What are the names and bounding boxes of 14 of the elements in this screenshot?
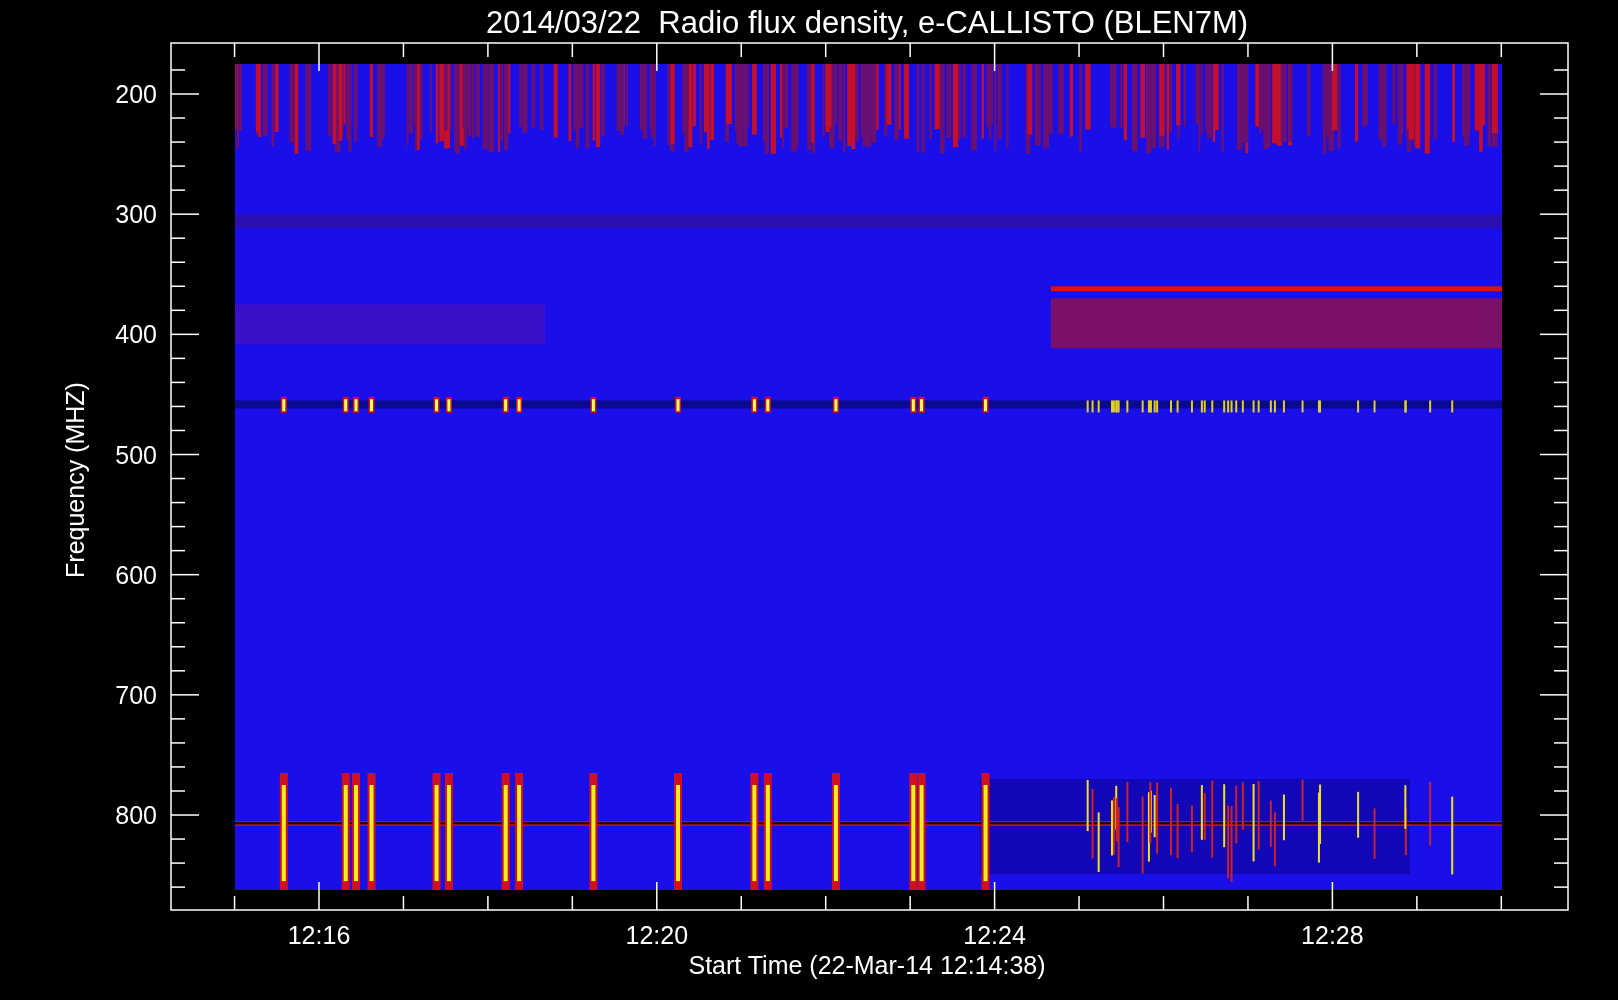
tick-label: 12:24 — [963, 921, 1026, 949]
tick-label: 400 — [115, 320, 157, 349]
tick-label: 12:16 — [287, 921, 351, 949]
tick-label: 12:28 — [1301, 921, 1364, 949]
tick-label: 300 — [115, 200, 157, 229]
tick-label: 800 — [115, 801, 157, 829]
tick-label: 12:20 — [625, 921, 689, 949]
tick-label: 600 — [115, 560, 157, 589]
tick-label: 500 — [115, 440, 157, 469]
axis-label: Frequency (MHZ) — [61, 382, 89, 578]
tick-label: 200 — [115, 80, 157, 108]
axis-label: Start Time (22-Mar-14 12:14:38) — [688, 951, 1046, 979]
tick-label: 700 — [115, 680, 157, 709]
chart-title: 2014/03/22 Radio flux density, e-CALLISTO (BLEN7M) — [485, 5, 1249, 40]
